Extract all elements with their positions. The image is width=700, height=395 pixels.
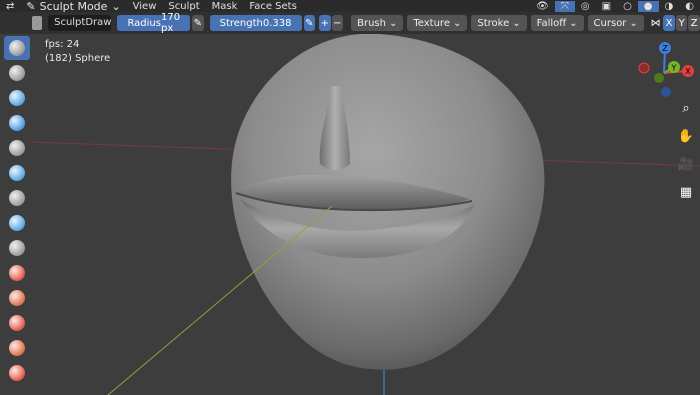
strength-label: Strength <box>219 17 263 29</box>
cursor-dropdown[interactable]: Cursor ⌄ <box>587 15 644 31</box>
cursor-dropdown-label: Cursor <box>593 17 627 29</box>
falloff-dropdown-label: Falloff <box>536 17 567 29</box>
viewport-navigation: ⌕ ✋ 🎥 ▦ <box>676 100 696 202</box>
chevron-down-icon: ⌄ <box>629 17 638 29</box>
gizmo-neg-x-ball[interactable] <box>638 62 650 74</box>
gizmo-toggle-button[interactable]: ⤧ <box>554 0 575 12</box>
camera-icon[interactable]: 🎥 <box>677 156 695 174</box>
top-menu-bar: ⇄ ✎ Sculpt Mode ⌄ View Sculpt Mask Face … <box>0 0 700 13</box>
brush-dropdown-label: Brush <box>357 17 386 29</box>
tool-fill[interactable] <box>4 286 30 310</box>
shading-solid-button[interactable]: ● <box>637 0 659 12</box>
draw-brush-icon <box>9 40 25 56</box>
crease-brush-icon <box>9 215 25 231</box>
menu-mask[interactable]: Mask <box>206 1 244 12</box>
sculpt-toolbar <box>2 36 32 395</box>
smooth-brush-icon <box>9 240 25 256</box>
object-name-readout: (182) Sphere <box>45 53 111 64</box>
view-object-types-button[interactable]: 👁 <box>530 1 555 12</box>
shading-rendered-button[interactable]: ◐ <box>679 1 700 12</box>
radius-value: 170 px <box>160 12 181 34</box>
direction-subtract-button[interactable]: − <box>331 15 344 31</box>
3d-viewport[interactable] <box>0 34 700 395</box>
grid-icon[interactable]: ▦ <box>677 184 695 202</box>
tool-inflate[interactable] <box>4 161 30 185</box>
tool-scrape[interactable] <box>4 311 30 335</box>
clay-strips-brush-icon <box>9 115 25 131</box>
falloff-dropdown[interactable]: Falloff ⌄ <box>530 15 584 31</box>
gizmo-x-label: X <box>685 67 691 76</box>
flatten-brush-icon <box>9 265 25 281</box>
scrape-brush-icon <box>9 315 25 331</box>
tool-layer[interactable] <box>4 136 30 160</box>
inflate-brush-icon <box>9 165 25 181</box>
axis-x-button[interactable]: X <box>663 15 675 31</box>
shading-material-button[interactable]: ◑ <box>659 1 680 12</box>
mode-label: Sculpt Mode <box>39 0 108 13</box>
menu-sculpt[interactable]: Sculpt <box>162 1 205 12</box>
strength-pressure-button[interactable]: ✎ <box>303 15 316 31</box>
gizmo-z-label: Z <box>662 44 668 53</box>
tool-smooth[interactable] <box>4 236 30 260</box>
overlay-toggle-button[interactable]: ◎ <box>575 1 596 12</box>
fill-brush-icon <box>9 290 25 306</box>
axis-z-button[interactable]: Z <box>688 15 700 31</box>
editor-type-button[interactable]: ⇄ <box>0 1 20 12</box>
chevron-down-icon: ⌄ <box>388 17 398 29</box>
stroke-dropdown-label: Stroke <box>477 17 510 29</box>
shading-wireframe-button[interactable]: ○ <box>617 1 638 12</box>
navigation-gizmo[interactable]: Y Z X <box>634 40 698 104</box>
tool-draw-sharp[interactable] <box>4 61 30 85</box>
chevron-down-icon: ⌄ <box>512 17 521 29</box>
texture-dropdown[interactable]: Texture ⌄ <box>407 15 468 31</box>
strength-slider[interactable]: Strength 0.338 <box>209 15 302 31</box>
brush-name-field[interactable]: SculptDraw <box>48 15 112 31</box>
texture-dropdown-label: Texture <box>413 17 450 29</box>
axis-y-button[interactable]: Y <box>675 15 688 31</box>
tool-crease[interactable] <box>4 211 30 235</box>
hand-icon[interactable]: ✋ <box>677 128 695 146</box>
radius-pressure-button[interactable]: ✎ <box>192 15 204 31</box>
radius-slider[interactable]: Radius 170 px <box>117 12 191 34</box>
tool-draw[interactable] <box>4 36 30 60</box>
draw-sharp-brush-icon <box>9 65 25 81</box>
tool-clay[interactable] <box>4 86 30 110</box>
clay-brush-icon <box>9 90 25 106</box>
strength-value: 0.338 <box>262 17 292 29</box>
tool-clay-strips[interactable] <box>4 111 30 135</box>
tool-pinch[interactable] <box>4 361 30 385</box>
direction-add-button[interactable]: + <box>319 15 331 31</box>
brush-dropdown[interactable]: Brush ⌄ <box>351 15 404 31</box>
tool-multiplane-scrape[interactable] <box>4 336 30 360</box>
blob-brush-icon <box>9 190 25 206</box>
gizmo-y-label: Y <box>671 64 677 73</box>
gizmo-neg-y-ball[interactable] <box>654 73 664 83</box>
tool-flatten[interactable] <box>4 261 30 285</box>
brush-icon: ✎ <box>26 0 36 13</box>
gizmo-neg-z-ball[interactable] <box>661 87 671 97</box>
pinch-brush-icon <box>9 365 25 381</box>
menu-view[interactable]: View <box>127 1 163 12</box>
chevron-down-icon: ⌄ <box>111 0 121 13</box>
xray-toggle-button[interactable]: ▣ <box>596 1 617 12</box>
menu-face-sets[interactable]: Face Sets <box>243 1 302 12</box>
stroke-dropdown[interactable]: Stroke ⌄ <box>471 15 527 31</box>
symmetry-icon[interactable]: ⋈ <box>650 15 662 31</box>
multiplane-scrape-brush-icon <box>9 340 25 356</box>
mode-selector[interactable]: ✎ Sculpt Mode ⌄ <box>20 0 126 13</box>
tool-header: SculptDraw Radius 170 px ✎ Strength 0.33… <box>0 12 700 34</box>
chevron-down-icon: ⌄ <box>569 17 578 29</box>
radius-label: Radius <box>127 17 161 29</box>
brush-preview-icon[interactable] <box>32 16 43 30</box>
tool-blob[interactable] <box>4 186 30 210</box>
chevron-down-icon: ⌄ <box>452 17 462 29</box>
layer-brush-icon <box>9 140 25 156</box>
zoom-icon[interactable]: ⌕ <box>677 100 695 118</box>
fps-readout: fps: 24 <box>45 39 80 50</box>
